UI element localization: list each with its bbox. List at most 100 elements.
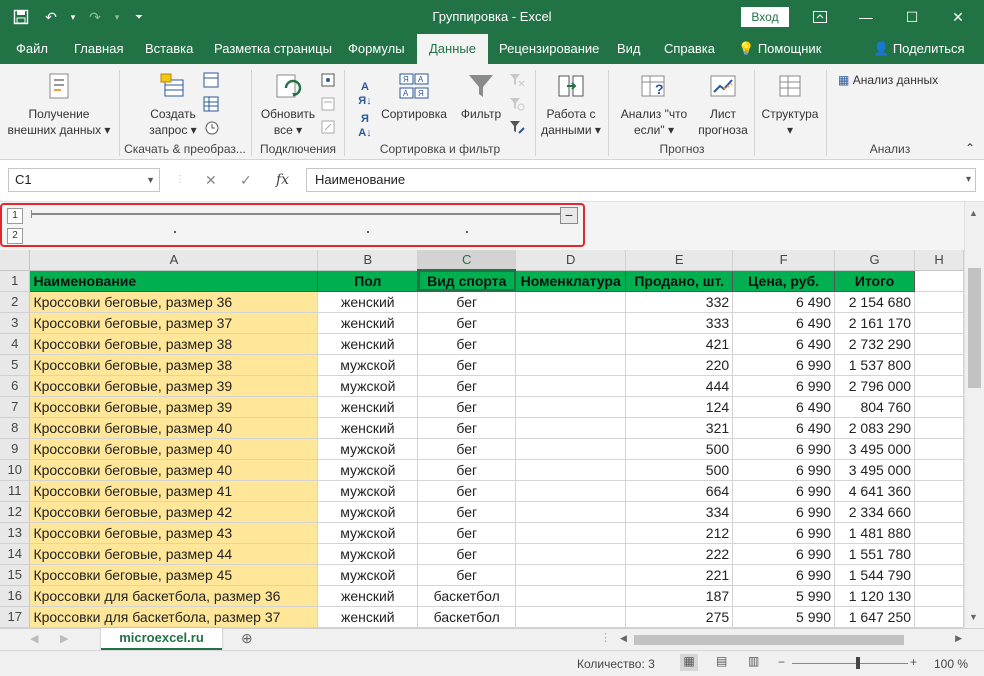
row-header[interactable]: 6 <box>0 375 31 397</box>
row-header[interactable]: 11 <box>0 480 31 502</box>
table-cell[interactable]: 6 490 <box>732 417 836 439</box>
row-header[interactable]: 7 <box>0 396 31 418</box>
table-cell[interactable]: 6 990 <box>732 501 836 523</box>
row-header[interactable]: 2 <box>0 291 31 313</box>
selected-cell[interactable]: Вид спорта <box>417 269 517 292</box>
table-cell[interactable]: женский <box>317 606 419 628</box>
table-cell[interactable]: 187 <box>625 585 734 607</box>
table-cell[interactable] <box>914 354 964 376</box>
table-cell[interactable] <box>515 501 627 523</box>
edit-links-icon[interactable] <box>320 119 336 135</box>
from-table-icon[interactable] <box>203 96 219 112</box>
table-cell[interactable]: бег <box>417 480 517 502</box>
data-analysis-button[interactable]: ▦ Анализ данных <box>838 72 948 88</box>
create-query-button[interactable]: Создать запрос ▾ <box>138 70 208 138</box>
zoom-slider-track[interactable] <box>792 663 908 664</box>
table-cell[interactable]: Продано, шт. <box>625 269 734 292</box>
table-cell[interactable]: мужской <box>317 501 419 523</box>
row-header[interactable]: 12 <box>0 501 31 523</box>
scroll-down-icon[interactable]: ▼ <box>969 612 978 622</box>
table-cell[interactable]: 1 544 790 <box>834 564 916 586</box>
table-cell[interactable]: 804 760 <box>834 396 916 418</box>
advanced-filter-icon[interactable] <box>509 119 525 135</box>
table-cell[interactable]: 1 120 130 <box>834 585 916 607</box>
page-break-view-icon[interactable]: ▥ <box>748 654 759 668</box>
table-cell[interactable]: 1 481 880 <box>834 522 916 544</box>
table-cell[interactable]: бег <box>417 522 517 544</box>
table-cell[interactable]: 3 495 000 <box>834 438 916 460</box>
table-cell[interactable]: мужской <box>317 375 419 397</box>
table-cell[interactable] <box>515 396 627 418</box>
table-cell[interactable]: 500 <box>625 438 734 460</box>
table-cell[interactable]: 333 <box>625 312 734 334</box>
table-cell[interactable]: 6 490 <box>732 396 836 418</box>
name-box-dropdown-icon[interactable]: ▼ <box>146 169 155 191</box>
table-cell[interactable]: 500 <box>625 459 734 481</box>
table-cell[interactable] <box>914 375 964 397</box>
reapply-filter-icon[interactable] <box>509 96 525 112</box>
scroll-left-icon[interactable]: ◀ <box>620 633 627 644</box>
outline-structure-button[interactable]: Структура ▾ <box>758 70 822 138</box>
table-cell[interactable]: 421 <box>625 333 734 355</box>
table-cell[interactable]: 444 <box>625 375 734 397</box>
row-header[interactable]: 1 <box>0 270 31 292</box>
filter-button[interactable]: Фильтр <box>454 70 508 122</box>
table-cell[interactable] <box>914 312 964 334</box>
table-cell[interactable]: 2 154 680 <box>834 291 916 313</box>
table-cell[interactable] <box>515 543 627 565</box>
table-cell[interactable] <box>515 564 627 586</box>
table-cell[interactable] <box>914 501 964 523</box>
collapse-ribbon-icon[interactable]: ⌃ <box>962 140 978 156</box>
table-cell[interactable]: 4 641 360 <box>834 480 916 502</box>
table-cell[interactable]: 2 796 000 <box>834 375 916 397</box>
table-cell[interactable] <box>515 375 627 397</box>
table-cell[interactable] <box>914 480 964 502</box>
table-cell[interactable] <box>515 438 627 460</box>
table-cell[interactable]: Кроссовки беговые, размер 37 <box>29 312 319 334</box>
tab-file[interactable]: Файл <box>16 34 48 64</box>
table-cell[interactable]: 334 <box>625 501 734 523</box>
table-cell[interactable]: 221 <box>625 564 734 586</box>
expand-formula-icon[interactable]: ▾ <box>966 169 971 191</box>
ribbon-display-options-icon[interactable] <box>797 0 843 34</box>
minimize-icon[interactable]: — <box>843 0 889 34</box>
scroll-right-icon[interactable]: ▶ <box>955 633 962 644</box>
get-external-data-button[interactable]: Получение внешних данных ▾ <box>6 70 112 138</box>
table-cell[interactable]: 6 990 <box>732 438 836 460</box>
row-header[interactable]: 13 <box>0 522 31 544</box>
table-cell[interactable]: бег <box>417 375 517 397</box>
row-header[interactable]: 4 <box>0 333 31 355</box>
table-cell[interactable]: мужской <box>317 543 419 565</box>
table-cell[interactable]: 3 495 000 <box>834 459 916 481</box>
table-cell[interactable]: Кроссовки беговые, размер 39 <box>29 396 319 418</box>
tab-view[interactable]: Вид <box>617 34 641 64</box>
table-cell[interactable] <box>914 564 964 586</box>
scroll-up-icon[interactable]: ▲ <box>969 208 978 218</box>
tab-insert[interactable]: Вставка <box>145 34 193 64</box>
row-header[interactable]: 9 <box>0 438 31 460</box>
table-cell[interactable]: бег <box>417 417 517 439</box>
scroll-sheets-right-icon[interactable]: ▶ <box>60 632 68 645</box>
name-box[interactable]: C1 ▼ <box>8 168 160 192</box>
table-cell[interactable]: Кроссовки беговые, размер 44 <box>29 543 319 565</box>
table-cell[interactable]: Кроссовки беговые, размер 38 <box>29 333 319 355</box>
table-cell[interactable]: бег <box>417 396 517 418</box>
table-cell[interactable]: 1 537 800 <box>834 354 916 376</box>
signin-button[interactable]: Вход <box>741 7 789 27</box>
table-cell[interactable]: бег <box>417 501 517 523</box>
column-header-g[interactable]: G <box>834 250 916 271</box>
table-cell[interactable]: мужской <box>317 438 419 460</box>
table-cell[interactable]: Пол <box>317 269 419 292</box>
table-cell[interactable]: Кроссовки беговые, размер 40 <box>29 438 319 460</box>
table-cell[interactable]: Кроссовки для баскетбола, размер 37 <box>29 606 319 628</box>
table-cell[interactable] <box>914 417 964 439</box>
table-cell[interactable]: Итого <box>834 269 916 292</box>
table-cell[interactable]: Цена, руб. <box>732 269 836 292</box>
column-header-c[interactable]: C <box>417 250 517 271</box>
table-cell[interactable]: бег <box>417 312 517 334</box>
table-cell[interactable]: бег <box>417 333 517 355</box>
recent-sources-icon[interactable] <box>203 119 219 135</box>
table-cell[interactable] <box>914 333 964 355</box>
table-cell[interactable]: бег <box>417 438 517 460</box>
table-cell[interactable] <box>914 459 964 481</box>
